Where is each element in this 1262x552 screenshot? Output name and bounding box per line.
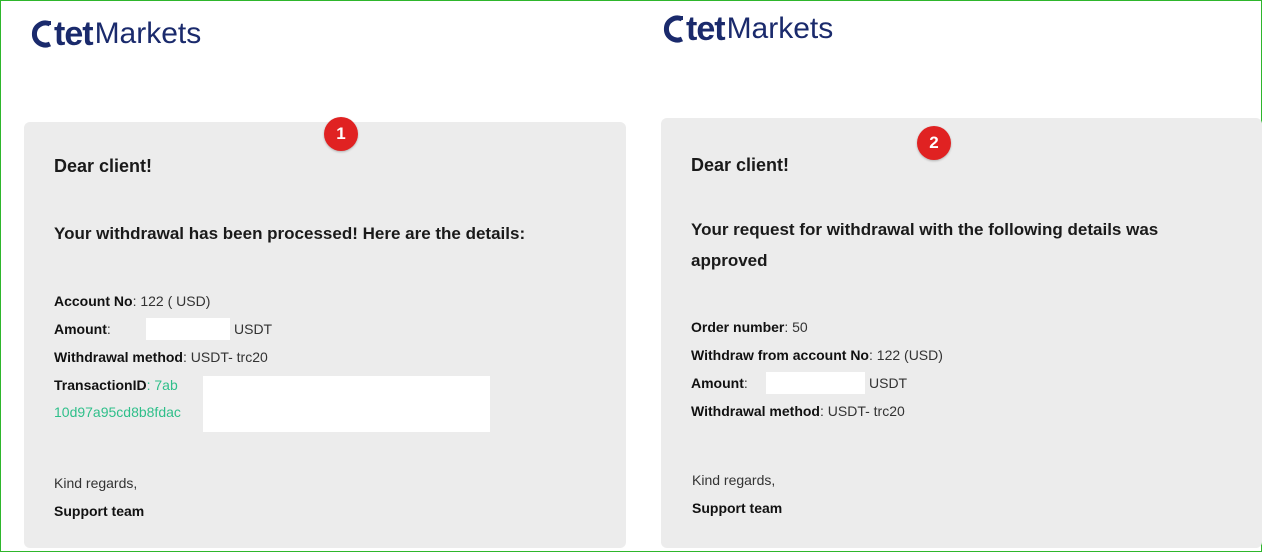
method-row: Withdrawal method: USDT- trc20 bbox=[691, 403, 905, 419]
headline: Your withdrawal has been processed! Here… bbox=[54, 224, 526, 243]
method-label: Withdrawal method bbox=[54, 349, 183, 365]
signature: Support team bbox=[692, 500, 783, 516]
signature: Support team bbox=[54, 503, 145, 519]
txid-label: TransactionID bbox=[54, 377, 147, 393]
brand-logo: tet Markets bbox=[30, 14, 201, 54]
from-account-row: Withdraw from account No: 122 (USD) bbox=[691, 347, 943, 363]
brand-logo: tet Markets bbox=[662, 9, 833, 49]
regards: Kind regards, bbox=[692, 472, 776, 488]
step-badge: 2 bbox=[917, 126, 951, 160]
amount-label: Amount bbox=[691, 375, 744, 391]
logo-mark-icon bbox=[663, 15, 684, 43]
amount-currency: USDT bbox=[869, 375, 908, 391]
logo-text-light: Markets bbox=[94, 17, 202, 50]
account-label: Account No bbox=[54, 293, 133, 309]
account-value: : 122 ( USD) bbox=[132, 293, 211, 309]
method-row: Withdrawal method: USDT- trc20 bbox=[54, 349, 268, 365]
redacted-txid bbox=[203, 376, 490, 432]
amount-currency: USDT bbox=[234, 321, 273, 337]
txid-row: TransactionID: 7ab bbox=[54, 377, 178, 393]
logo-text-light: Markets bbox=[726, 12, 834, 45]
method-label: Withdrawal method bbox=[691, 403, 820, 419]
order-value: : 50 bbox=[784, 319, 808, 335]
redacted-amount bbox=[146, 318, 230, 340]
method-value: : USDT- trc20 bbox=[183, 349, 268, 365]
from-account-label: Withdraw from account No bbox=[691, 347, 869, 363]
logo-text-bold: tet bbox=[54, 15, 94, 53]
amount-label: Amount bbox=[54, 321, 107, 337]
amount-row: Amount: bbox=[691, 375, 748, 391]
order-row: Order number: 50 bbox=[691, 319, 808, 335]
regards: Kind regards, bbox=[54, 475, 138, 491]
txid-value-line2[interactable]: 10d97a95cd8b8fdac bbox=[54, 404, 181, 420]
headline-line1: Your request for withdrawal with the fol… bbox=[691, 220, 1159, 239]
logo-mark-icon bbox=[31, 20, 52, 48]
logo-text-bold: tet bbox=[686, 10, 726, 48]
txid-value[interactable]: : 7ab bbox=[147, 377, 178, 393]
account-row: Account No: 122 ( USD) bbox=[54, 293, 210, 309]
redacted-amount bbox=[766, 372, 865, 394]
greeting: Dear client! bbox=[691, 155, 790, 175]
greeting: Dear client! bbox=[54, 156, 153, 176]
headline-line2: approved bbox=[691, 251, 768, 270]
order-label: Order number bbox=[691, 319, 785, 335]
from-account-value: : 122 (USD) bbox=[869, 347, 943, 363]
amount-row: Amount: bbox=[54, 321, 111, 337]
step-badge: 1 bbox=[324, 117, 358, 151]
method-value: : USDT- trc20 bbox=[820, 403, 905, 419]
